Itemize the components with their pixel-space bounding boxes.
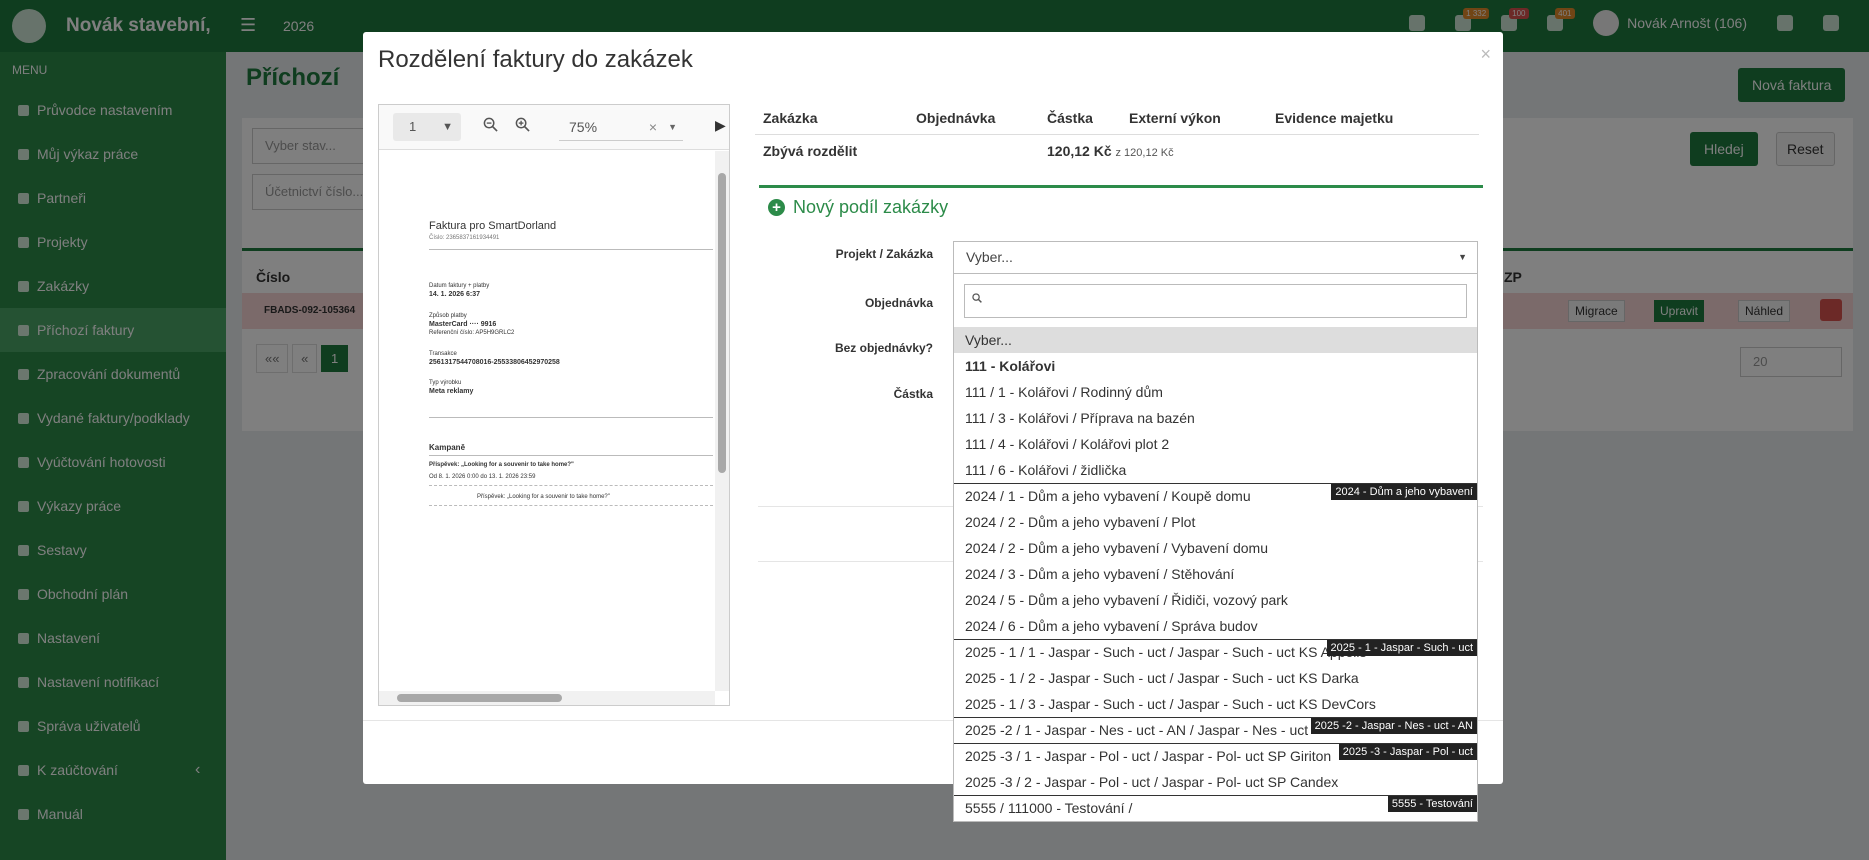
col-purchase-order: Objednávka xyxy=(916,110,996,126)
pdf-date-label: Datum faktury + platby xyxy=(429,283,490,289)
pdf-payment-label: Způsob platby xyxy=(429,313,467,319)
caret-down-icon: ▼ xyxy=(668,122,677,132)
zoom-out-icon[interactable] xyxy=(483,117,498,136)
no-order-label: Bez objednávky? xyxy=(834,341,933,355)
pdf-rule xyxy=(429,485,713,486)
dropdown-option[interactable]: 2025 -3 / 2 - Jaspar - Pol - uct / Jaspa… xyxy=(954,769,1477,795)
horizontal-scrollbar[interactable] xyxy=(379,691,715,705)
scroll-thumb[interactable] xyxy=(397,694,562,702)
col-amount: Částka xyxy=(1047,110,1093,126)
project-label: Projekt / Zakázka xyxy=(835,247,933,261)
scroll-thumb[interactable] xyxy=(718,173,726,473)
dropdown-option[interactable]: 2025 - 1 / 3 - Jaspar - Such - uct / Jas… xyxy=(954,691,1477,717)
dropdown-option[interactable]: 2024 / 2 - Dům a jeho vybavení / Vybaven… xyxy=(954,535,1477,561)
group-tag: 2025 - 1 - Jaspar - Such - uct xyxy=(1326,640,1477,656)
pdf-txn-label: Transakce xyxy=(429,351,457,357)
dropdown-group-label: 111 - Kolářovi xyxy=(965,358,1056,374)
dropdown-option[interactable]: 2025 - 1 / 2 - Jaspar - Such - uct / Jas… xyxy=(954,665,1477,691)
dropdown-option[interactable]: 2024 / 6 - Dům a jeho vybavení / Správa … xyxy=(954,613,1477,639)
pdf-campaigns: Kampaně xyxy=(429,443,466,452)
col-assets: Evidence majetku xyxy=(1275,110,1394,126)
pdf-viewer: 1 ▼ 75% × ▼ ▶ Faktura pro SmartDorland Č… xyxy=(378,104,730,706)
pdf-product-label: Typ výrobku xyxy=(429,380,462,386)
dropdown-search-input[interactable] xyxy=(964,284,1467,318)
col-order-job: Zakázka xyxy=(763,110,818,126)
project-dropdown: Vyber... 111 - Kolářovi 111 / 1 - Kolářovi… xyxy=(953,273,1478,822)
order-label: Objednávka xyxy=(864,296,933,310)
pdf-product-value: Meta reklamy xyxy=(429,388,474,395)
remaining-amount-value: 120,12 Kč xyxy=(1047,143,1112,159)
remaining-label: Zbývá rozdělit xyxy=(763,143,858,159)
pdf-ref: Referenční číslo: AP5H9GRLC2 xyxy=(429,330,515,336)
dropdown-option[interactable]: 111 / 1 - Kolářovi / Rodinný dům xyxy=(954,379,1477,405)
pdf-date-value: 14. 1. 2026 6:37 xyxy=(429,291,480,298)
dropdown-option[interactable]: 2024 / 2 - Dům a jeho vybavení / Plot xyxy=(954,509,1477,535)
caret-down-icon: ▼ xyxy=(1458,252,1467,262)
dropdown-option[interactable]: 2024 / 3 - Dům a jeho vybavení / Stěhová… xyxy=(954,561,1477,587)
group-tag: 2024 - Dům a jeho vybavení xyxy=(1331,484,1477,500)
chevron-down-icon: ▼ xyxy=(442,121,453,133)
pdf-subheading: Číslo: 2365837161934491 xyxy=(429,235,500,241)
section-divider xyxy=(759,185,1483,188)
group-tag: 5555 - Testování xyxy=(1387,796,1477,812)
project-select[interactable]: Vyber... ▼ xyxy=(953,241,1478,274)
table-divider xyxy=(755,134,1479,135)
dropdown-option[interactable]: Vyber... xyxy=(954,327,1477,353)
pdf-page-number: 1 xyxy=(409,119,417,134)
zoom-in-icon[interactable] xyxy=(515,117,530,136)
pdf-zoom-value: 75% xyxy=(569,119,598,135)
modal-title: Rozdělení faktury do zakázek xyxy=(378,46,693,73)
pdf-campaign-line: Příspěvek: „Looking for a souvenir to ta… xyxy=(429,462,574,468)
amount-label: Částka xyxy=(893,387,933,401)
pdf-zoom-select[interactable]: 75% × ▼ xyxy=(559,113,683,141)
group-tag: 2025 -2 - Jaspar - Nes - uct - AN xyxy=(1310,718,1477,734)
pdf-rule xyxy=(429,417,713,418)
remaining-total: z 120,12 Kč xyxy=(1115,147,1174,159)
pdf-rule xyxy=(429,249,713,250)
col-external: Externí výkon xyxy=(1129,110,1221,126)
search-icon xyxy=(972,293,982,306)
pdf-rule xyxy=(429,455,713,456)
pdf-campaign-dates: Od 8. 1. 2026 0:00 do 13. 1. 2026 23:59 xyxy=(429,474,536,480)
dropdown-option[interactable]: 111 / 4 - Kolářovi / Kolářovi plot 2 xyxy=(954,431,1477,457)
close-icon[interactable]: × xyxy=(1480,44,1491,65)
plus-circle-icon: + xyxy=(768,199,785,216)
cursor-icon: ▶ xyxy=(715,117,726,133)
group-tag: 2025 -3 - Jaspar - Pol - uct xyxy=(1338,744,1477,760)
pdf-toolbar: 1 ▼ 75% × ▼ ▶ xyxy=(379,105,729,150)
pdf-txn-value: 2561317544708016-25533806452970258 xyxy=(429,359,560,366)
pdf-payment-value: MasterCard ···· 9916 xyxy=(429,321,497,328)
pdf-rule xyxy=(429,505,713,506)
pdf-heading: Faktura pro SmartDorland xyxy=(429,220,557,232)
remaining-amount: 120,12 Kč z 120,12 Kč xyxy=(1047,143,1174,159)
clear-icon[interactable]: × xyxy=(649,113,657,141)
dropdown-option[interactable]: 111 / 6 - Kolářovi / židlička xyxy=(954,457,1477,483)
dropdown-option[interactable]: 111 / 3 - Kolářovi / Příprava na bazén xyxy=(954,405,1477,431)
new-share-heading[interactable]: + Nový podíl zakázky xyxy=(768,197,948,218)
pdf-campaign-line: Příspěvek: „Looking for a souvenir to ta… xyxy=(477,494,610,500)
new-share-label: Nový podíl zakázky xyxy=(793,197,949,217)
project-select-value: Vyber... xyxy=(966,249,1013,265)
vertical-scrollbar[interactable] xyxy=(715,151,729,691)
pdf-page: Faktura pro SmartDorland Číslo: 23658371… xyxy=(379,151,715,681)
dropdown-option[interactable]: 2024 / 5 - Dům a jeho vybavení / Řidiči,… xyxy=(954,587,1477,613)
pdf-page-select[interactable]: 1 ▼ xyxy=(393,113,461,141)
